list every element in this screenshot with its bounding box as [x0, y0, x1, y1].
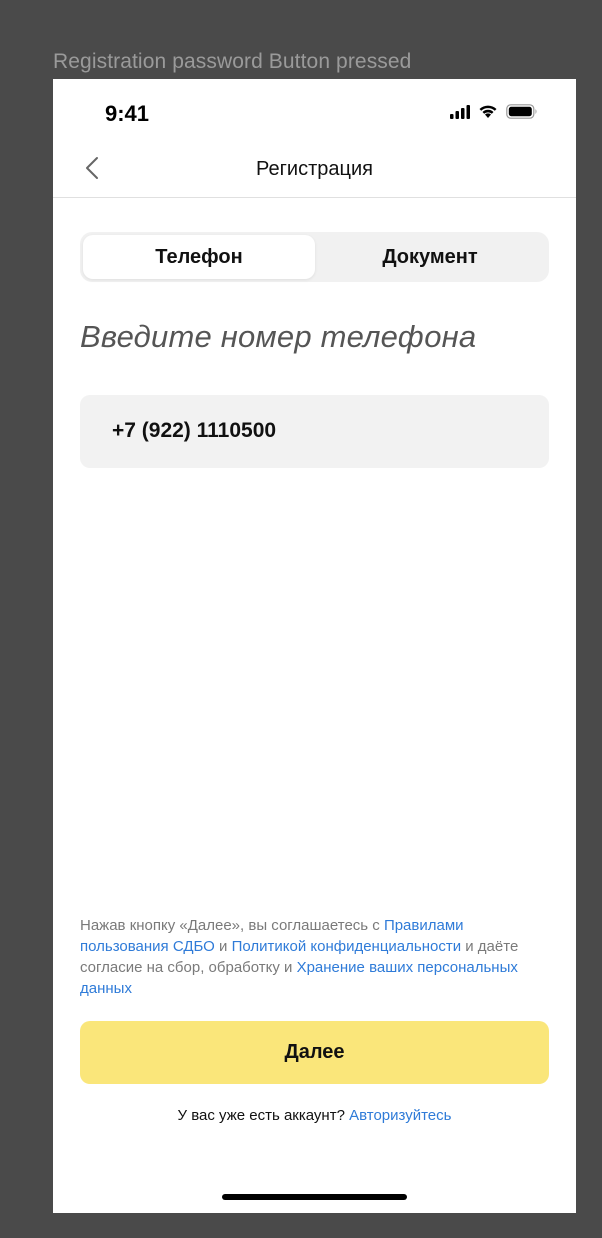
- tab-document[interactable]: Документ: [314, 235, 546, 279]
- login-prompt-text: У вас уже есть аккаунт?: [177, 1107, 350, 1124]
- registration-method-tabs: Телефон Документ: [80, 232, 549, 282]
- home-indicator: [222, 1194, 407, 1200]
- next-button[interactable]: Далее: [80, 1021, 549, 1084]
- phone-screen: 9:41 Регистрация Телефон Документ Введит…: [53, 79, 576, 1213]
- legal-consent-text: Нажав кнопку «Далее», вы соглашаетесь с …: [80, 915, 520, 999]
- login-link[interactable]: Авторизуйтесь: [349, 1107, 451, 1124]
- status-icons: [450, 104, 538, 124]
- phone-input[interactable]: +7 (922) 1110500: [80, 395, 549, 468]
- status-time: 9:41: [105, 101, 150, 126]
- legal-text-part-2: и: [214, 938, 232, 955]
- phone-input-value: +7 (922) 1110500: [112, 419, 277, 442]
- battery-icon: [506, 104, 538, 124]
- phone-heading: Введите номер телефона: [80, 319, 477, 354]
- legal-text-part-1: Нажав кнопку «Далее», вы соглашаетесь с: [80, 917, 384, 934]
- page-title: Регистрация: [256, 158, 373, 180]
- login-prompt: У вас уже есть аккаунт? Авторизуйтесь: [53, 1107, 576, 1124]
- signal-icon: [450, 104, 470, 124]
- privacy-policy-link[interactable]: Политикой конфиденциальности: [232, 938, 462, 955]
- frame-label: Registration password Button pressed: [53, 50, 412, 73]
- wifi-icon: [478, 104, 498, 124]
- navigation-bar: Регистрация: [53, 147, 576, 198]
- tab-phone[interactable]: Телефон: [83, 235, 315, 279]
